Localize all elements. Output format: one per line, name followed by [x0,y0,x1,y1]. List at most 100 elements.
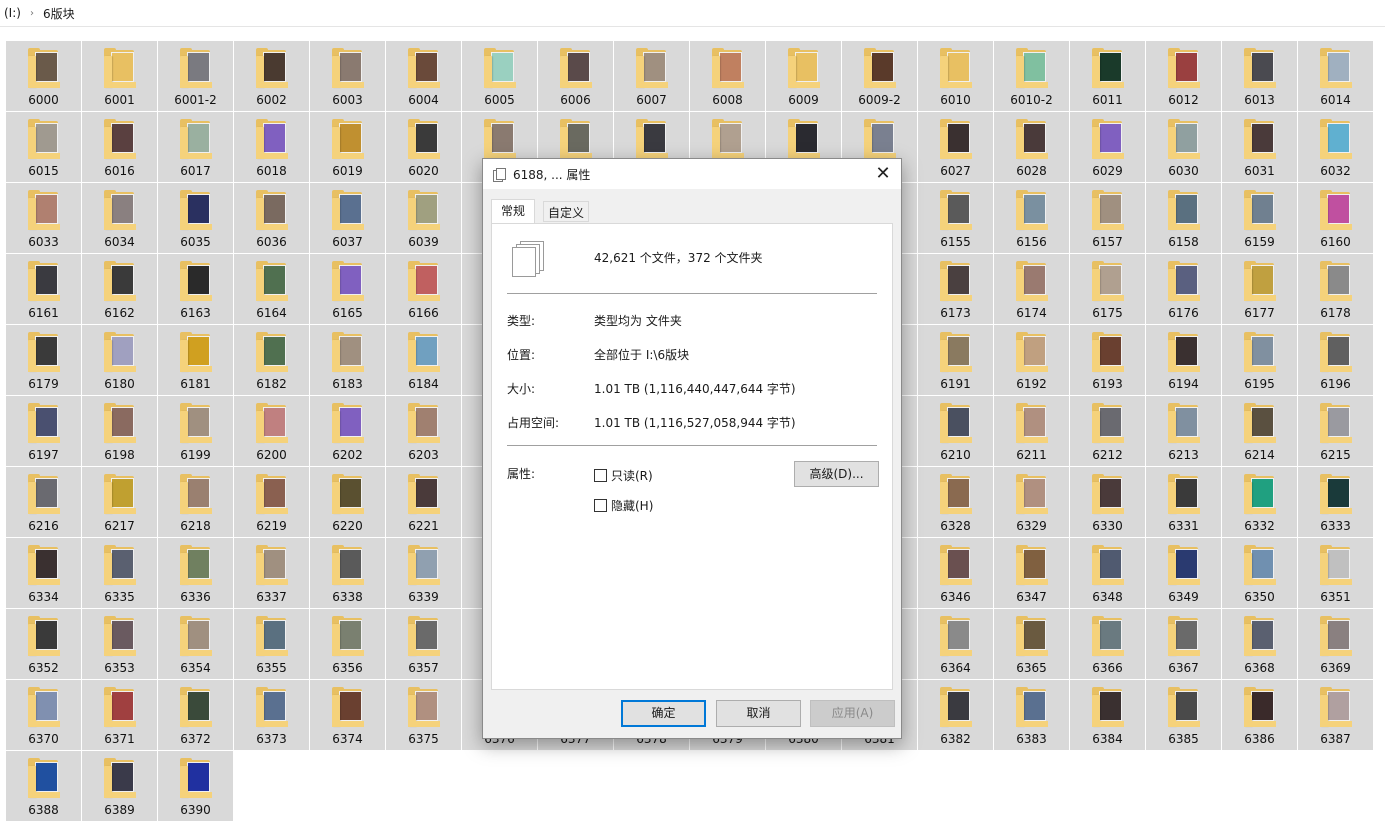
folder-item[interactable]: 6356 [310,609,385,679]
folder-item[interactable]: 6193 [1070,325,1145,395]
folder-item[interactable]: 6019 [310,112,385,182]
folder-item[interactable]: 6002 [234,41,309,111]
folder-item[interactable]: 6034 [82,183,157,253]
readonly-label[interactable]: 只读(R) [611,467,653,484]
folder-item[interactable]: 6006 [538,41,613,111]
folder-item[interactable]: 6000 [6,41,81,111]
folder-item[interactable]: 6346 [918,538,993,608]
folder-item[interactable]: 6196 [1298,325,1373,395]
folder-item[interactable]: 6162 [82,254,157,324]
hidden-checkbox[interactable]: 隐藏(H) [594,497,653,514]
folder-item[interactable]: 6333 [1298,467,1373,537]
folder-item[interactable]: 6347 [994,538,1069,608]
folder-item[interactable]: 6330 [1070,467,1145,537]
tab-general[interactable]: 常规 [491,199,535,224]
folder-item[interactable]: 6165 [310,254,385,324]
folder-item[interactable]: 6211 [994,396,1069,466]
folder-item[interactable]: 6351 [1298,538,1373,608]
folder-item[interactable]: 6004 [386,41,461,111]
folder-item[interactable]: 6178 [1298,254,1373,324]
folder-item[interactable]: 6173 [918,254,993,324]
checkbox-box[interactable] [594,469,607,482]
folder-item[interactable]: 6020 [386,112,461,182]
advanced-button[interactable]: 高级(D)... [794,461,879,487]
folder-item[interactable]: 6203 [386,396,461,466]
ok-button[interactable]: 确定 [621,700,706,727]
folder-item[interactable]: 6194 [1146,325,1221,395]
folder-item[interactable]: 6357 [386,609,461,679]
folder-item[interactable]: 6156 [994,183,1069,253]
folder-item[interactable]: 6181 [158,325,233,395]
folder-item[interactable]: 6183 [310,325,385,395]
folder-item[interactable]: 6174 [994,254,1069,324]
folder-item[interactable]: 6353 [82,609,157,679]
folder-item[interactable]: 6007 [614,41,689,111]
folder-item[interactable]: 6197 [6,396,81,466]
folder-item[interactable]: 6039 [386,183,461,253]
folder-item[interactable]: 6369 [1298,609,1373,679]
folder-item[interactable]: 6035 [158,183,233,253]
folder-item[interactable]: 6216 [6,467,81,537]
folder-item[interactable]: 6389 [82,751,157,821]
folder-item[interactable]: 6011 [1070,41,1145,111]
folder-item[interactable]: 6005 [462,41,537,111]
folder-item[interactable]: 6374 [310,680,385,750]
breadcrumb-folder[interactable]: 6版块 [43,5,75,22]
folder-item[interactable]: 6012 [1146,41,1221,111]
folder-item[interactable]: 6210 [918,396,993,466]
folder-item[interactable]: 6157 [1070,183,1145,253]
folder-item[interactable]: 6212 [1070,396,1145,466]
folder-item[interactable]: 6202 [310,396,385,466]
folder-item[interactable]: 6215 [1298,396,1373,466]
folder-item[interactable]: 6164 [234,254,309,324]
folder-item[interactable]: 6386 [1222,680,1297,750]
folder-item[interactable]: 6028 [994,112,1069,182]
folder-item[interactable]: 6017 [158,112,233,182]
folder-item[interactable]: 6015 [6,112,81,182]
checkbox-box[interactable] [594,499,607,512]
folder-item[interactable]: 6217 [82,467,157,537]
folder-item[interactable]: 6220 [310,467,385,537]
folder-item[interactable]: 6375 [386,680,461,750]
folder-item[interactable]: 6348 [1070,538,1145,608]
folder-item[interactable]: 6372 [158,680,233,750]
folder-item[interactable]: 6213 [1146,396,1221,466]
folder-item[interactable]: 6008 [690,41,765,111]
folder-item[interactable]: 6373 [234,680,309,750]
folder-item[interactable]: 6031 [1222,112,1297,182]
folder-item[interactable]: 6352 [6,609,81,679]
folder-item[interactable]: 6179 [6,325,81,395]
folder-item[interactable]: 6329 [994,467,1069,537]
folder-item[interactable]: 6219 [234,467,309,537]
cancel-button[interactable]: 取消 [716,700,801,727]
dialog-titlebar[interactable]: 6188, ... 属性 ✕ [483,159,901,189]
folder-item[interactable]: 6332 [1222,467,1297,537]
folder-item[interactable]: 6018 [234,112,309,182]
folder-item[interactable]: 6387 [1298,680,1373,750]
folder-item[interactable]: 6368 [1222,609,1297,679]
folder-item[interactable]: 6001 [82,41,157,111]
folder-item[interactable]: 6180 [82,325,157,395]
folder-item[interactable]: 6014 [1298,41,1373,111]
folder-item[interactable]: 6366 [1070,609,1145,679]
folder-item[interactable]: 6027 [918,112,993,182]
folder-item[interactable]: 6163 [158,254,233,324]
apply-button[interactable]: 应用(A) [810,700,895,727]
folder-item[interactable]: 6032 [1298,112,1373,182]
folder-item[interactable]: 6364 [918,609,993,679]
folder-item[interactable]: 6371 [82,680,157,750]
hidden-label[interactable]: 隐藏(H) [611,497,653,514]
folder-item[interactable]: 6155 [918,183,993,253]
folder-item[interactable]: 6200 [234,396,309,466]
folder-item[interactable]: 6350 [1222,538,1297,608]
folder-item[interactable]: 6383 [994,680,1069,750]
folder-item[interactable]: 6036 [234,183,309,253]
folder-item[interactable]: 6335 [82,538,157,608]
folder-item[interactable]: 6030 [1146,112,1221,182]
folder-item[interactable]: 6221 [386,467,461,537]
folder-item[interactable]: 6191 [918,325,993,395]
folder-item[interactable]: 6355 [234,609,309,679]
folder-item[interactable]: 6158 [1146,183,1221,253]
folder-item[interactable]: 6166 [386,254,461,324]
folder-item[interactable]: 6010-2 [994,41,1069,111]
